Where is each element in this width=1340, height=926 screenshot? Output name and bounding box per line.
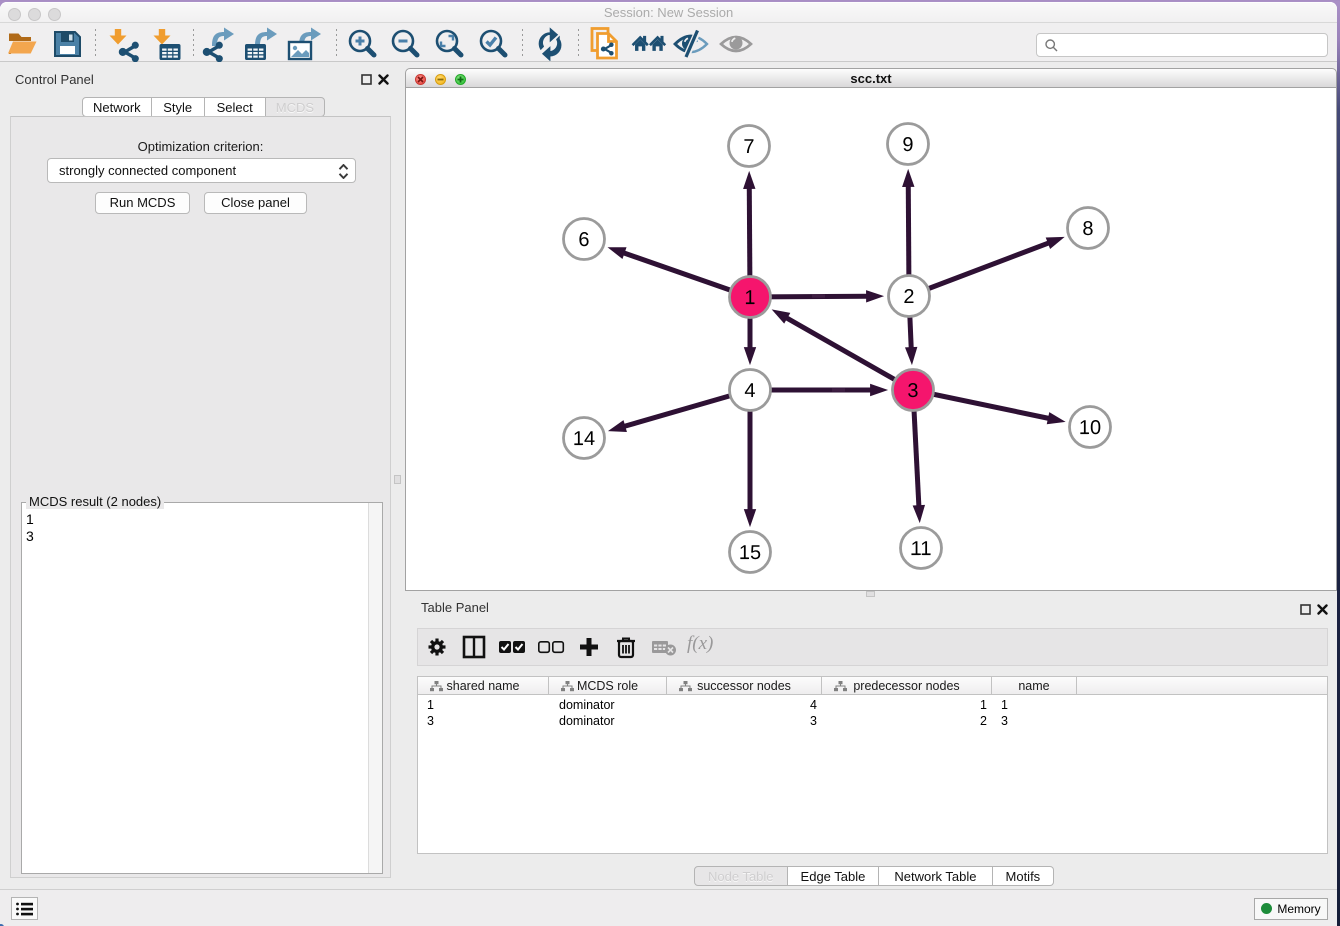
svg-text:2: 2 (903, 286, 914, 308)
svg-text:1: 1 (744, 287, 755, 309)
svg-text:9: 9 (902, 134, 913, 156)
svg-text:10: 10 (1079, 417, 1101, 439)
svg-text:15: 15 (739, 542, 761, 564)
svg-text:14: 14 (573, 428, 595, 450)
svg-text:4: 4 (744, 380, 755, 402)
svg-text:8: 8 (1082, 218, 1093, 240)
svg-text:11: 11 (911, 538, 932, 560)
svg-text:7: 7 (743, 136, 754, 158)
svg-text:3: 3 (907, 380, 918, 402)
svg-text:6: 6 (578, 229, 589, 251)
